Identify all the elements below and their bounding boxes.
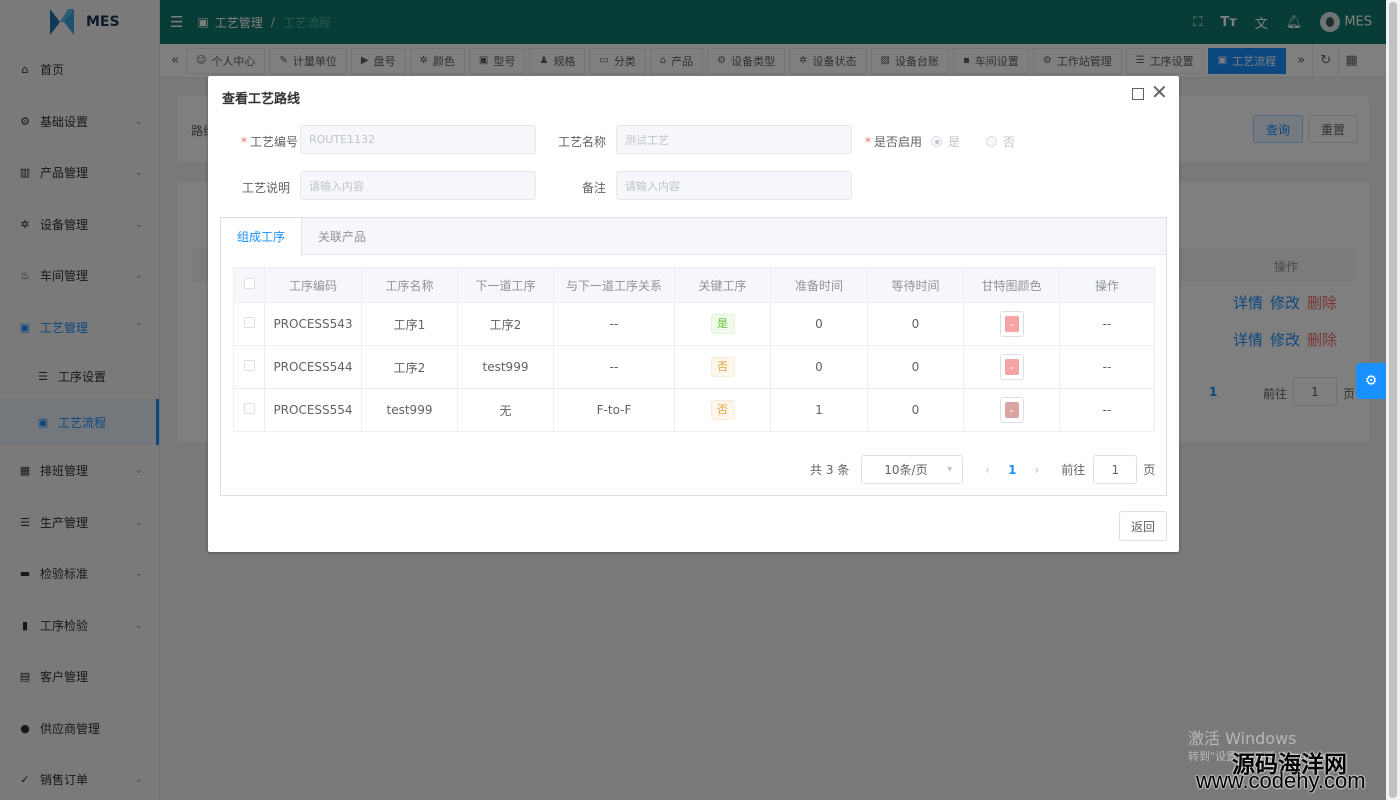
cell-key: 否 <box>674 388 771 432</box>
col-header: 关键工序 <box>674 267 771 303</box>
desc-label: 工艺说明 <box>241 181 290 195</box>
tab-processes[interactable]: 组成工序 <box>221 218 303 256</box>
cell-next: 无 <box>457 388 554 432</box>
cell-next: test999 <box>457 345 554 389</box>
cell-color: ⌄ <box>963 302 1060 346</box>
table-row: PROCESS554 test999 无 F-to-F 否 1 0 ⌄ -- <box>233 388 1155 432</box>
prev-page-icon[interactable]: ‹ <box>985 463 990 477</box>
cell-code: PROCESS544 <box>264 345 362 389</box>
cell-name: 工序1 <box>361 302 458 346</box>
cell-next: 工序2 <box>457 302 554 346</box>
enabled-yes-radio[interactable]: 是 <box>931 133 960 150</box>
col-header: 与下一道工序关系 <box>553 267 675 303</box>
cell-prep: 0 <box>770 345 868 389</box>
col-header: 准备时间 <box>770 267 868 303</box>
maximize-icon[interactable] <box>1132 88 1144 100</box>
cell-color: ⌄ <box>963 345 1060 389</box>
tabs-header: 组成工序 关联产品 <box>221 218 1166 256</box>
col-header: 工序编码 <box>264 267 362 303</box>
page-suffix: 页 <box>1143 463 1156 477</box>
page-scrollbar[interactable] <box>1386 0 1400 800</box>
cell-op: -- <box>1059 388 1155 432</box>
code-field[interactable]: ROUTE1132 <box>300 125 536 154</box>
back-button[interactable]: 返回 <box>1119 511 1167 541</box>
goto-input[interactable]: 1 <box>1093 455 1138 484</box>
chevron-down-icon: ▾ <box>947 464 953 475</box>
row-checkbox[interactable] <box>233 302 265 346</box>
scrollbar-thumb[interactable] <box>1389 2 1397 798</box>
color-picker[interactable]: ⌄ <box>999 311 1024 337</box>
color-picker[interactable]: ⌄ <box>999 397 1024 423</box>
chevron-down-icon: ⌄ <box>1004 359 1019 375</box>
tab-related-products[interactable]: 关联产品 <box>302 218 383 255</box>
name-field[interactable]: 测试工艺 <box>616 125 852 154</box>
cell-relation: F-to-F <box>553 388 675 432</box>
color-picker[interactable]: ⌄ <box>999 354 1024 380</box>
process-table: 工序编码 工序名称 下一道工序 与下一道工序关系 关键工序 准备时间 等待时间 … <box>233 267 1155 432</box>
next-page-icon[interactable]: › <box>1034 463 1039 477</box>
cell-wait: 0 <box>867 302 964 346</box>
table-row: PROCESS543 工序1 工序2 -- 是 0 0 ⌄ -- <box>233 302 1155 346</box>
row-checkbox[interactable] <box>233 388 265 432</box>
enabled-label: * 是否启用 <box>864 135 922 149</box>
page-number[interactable]: 1 <box>1008 463 1016 477</box>
close-icon[interactable]: ✕ <box>1151 82 1168 102</box>
cell-code: PROCESS554 <box>264 388 362 432</box>
cell-wait: 0 <box>867 345 964 389</box>
total-count: 共 3 条 <box>810 463 850 477</box>
cell-op: -- <box>1059 345 1155 389</box>
row-checkbox[interactable] <box>233 345 265 389</box>
key-process-badge: 是 <box>710 314 735 334</box>
select-all-checkbox[interactable] <box>233 267 265 303</box>
chevron-down-icon: ⌄ <box>1004 402 1019 418</box>
site-watermark-url: www.codehy.com <box>1196 768 1366 793</box>
enabled-no-radio[interactable]: 否 <box>986 133 1015 150</box>
col-header: 甘特图颜色 <box>963 267 1060 303</box>
col-header: 下一道工序 <box>457 267 554 303</box>
dialog-title: 查看工艺路线 <box>222 92 301 107</box>
chevron-down-icon: ⌄ <box>1004 316 1019 332</box>
key-process-badge: 否 <box>710 357 735 377</box>
cell-name: 工序2 <box>361 345 458 389</box>
cell-key: 否 <box>674 345 771 389</box>
process-tabs: 组成工序 关联产品 工序编码 工序名称 下一道工序 与下一道工序关系 关键工序 … <box>220 217 1167 496</box>
key-process-badge: 否 <box>710 400 735 420</box>
remark-label: 备注 <box>581 181 606 195</box>
cell-relation: -- <box>553 302 675 346</box>
pagination: 共 3 条 10条/页 ▾ ‹ 1 › 前往 1 页 <box>810 455 1155 484</box>
col-header: 工序名称 <box>361 267 458 303</box>
cell-wait: 0 <box>867 388 964 432</box>
code-label: * 工艺编号 <box>240 135 298 149</box>
table-header-row: 工序编码 工序名称 下一道工序 与下一道工序关系 关键工序 准备时间 等待时间 … <box>233 267 1155 303</box>
cell-name: test999 <box>361 388 458 432</box>
cell-code: PROCESS543 <box>264 302 362 346</box>
route-dialog: 查看工艺路线 ✕ * 工艺编号 ROUTE1132 工艺名称 测试工艺 * 是否启用… <box>208 76 1179 552</box>
desc-textarea[interactable]: 请输入内容 <box>300 171 536 200</box>
goto-label: 前往 <box>1061 463 1086 477</box>
cell-relation: -- <box>553 345 675 389</box>
page-size-select[interactable]: 10条/页 ▾ <box>861 455 964 484</box>
col-header: 操作 <box>1059 267 1155 303</box>
settings-fab-icon[interactable]: ⚙ <box>1356 363 1386 399</box>
cell-prep: 0 <box>770 302 868 346</box>
cell-color: ⌄ <box>963 388 1060 432</box>
cell-prep: 1 <box>770 388 868 432</box>
remark-textarea[interactable]: 请输入内容 <box>616 171 852 200</box>
cell-op: -- <box>1059 302 1155 346</box>
col-header: 等待时间 <box>867 267 964 303</box>
table-row: PROCESS544 工序2 test999 -- 否 0 0 ⌄ -- <box>233 345 1155 389</box>
cell-key: 是 <box>674 302 771 346</box>
name-label: 工艺名称 <box>557 135 606 149</box>
